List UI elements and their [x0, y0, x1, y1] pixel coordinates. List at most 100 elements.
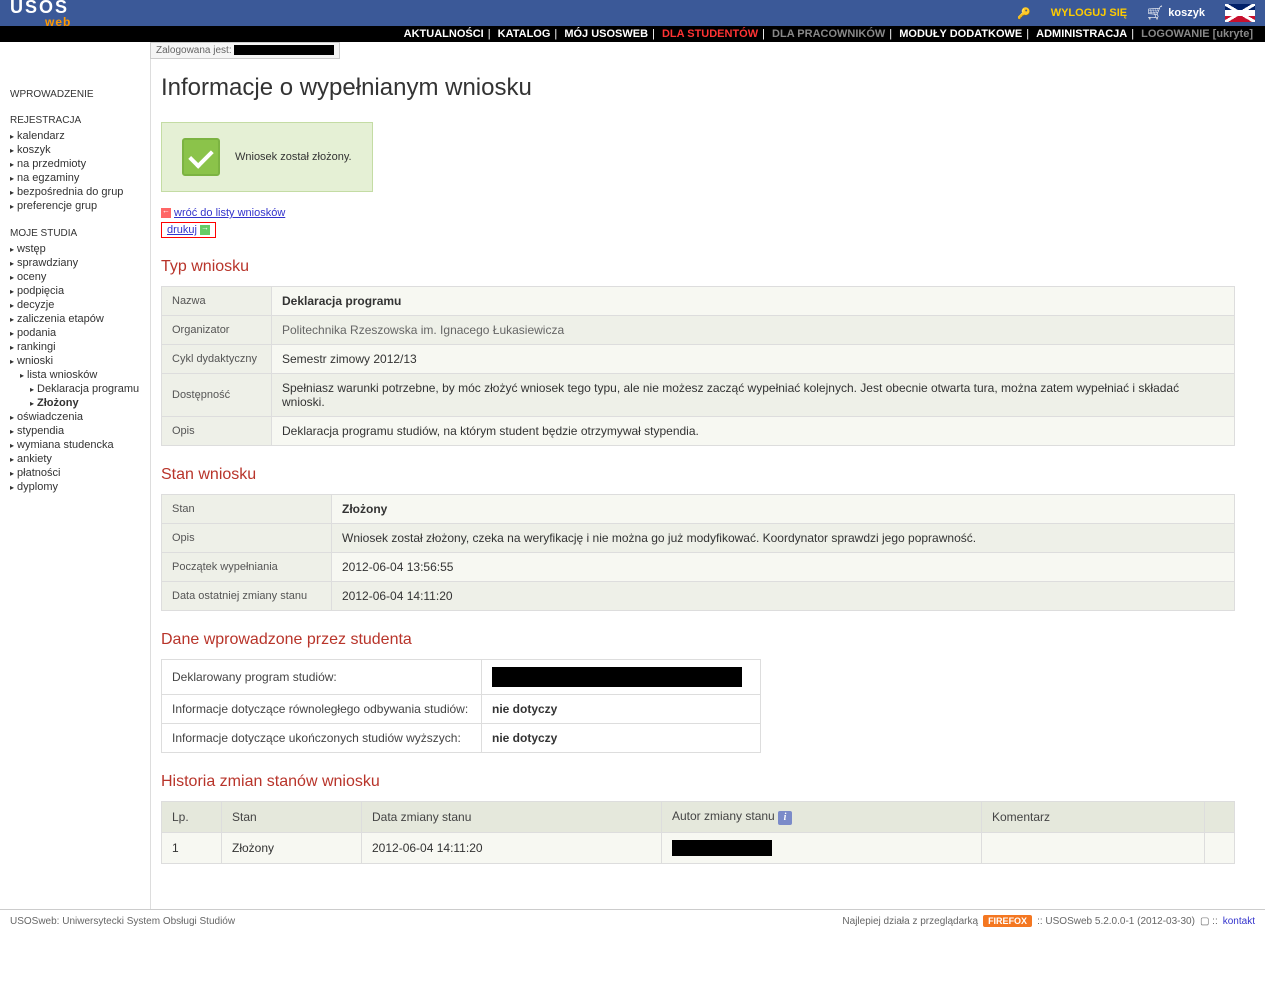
back-link-row: wróć do listy wniosków: [161, 207, 1235, 219]
success-box: Wniosek został złożony.: [161, 122, 373, 192]
sidebar-deklaracja[interactable]: Deklaracja programu: [37, 383, 139, 395]
cart-link[interactable]: koszyk: [1147, 5, 1205, 21]
state-zmiana-val: 2012-06-04 14:11:20: [332, 582, 1235, 611]
section-historia: Historia zmian stanów wniosku: [161, 773, 1235, 791]
sidebar-lista-wnioskow[interactable]: lista wniosków: [27, 369, 97, 381]
history-stan: Złożony: [222, 833, 362, 864]
state-poczatek-val: 2012-06-04 13:56:55: [332, 553, 1235, 582]
type-cykl-val: Semestr zimowy 2012/13: [272, 345, 1235, 374]
footer-browser: Najlepiej działa z przeglądarką: [842, 916, 978, 927]
cart-icon: [1147, 5, 1163, 21]
state-stan-label: Stan: [162, 495, 332, 524]
history-table: Lp. Stan Data zmiany stanu Autor zmiany …: [161, 801, 1235, 864]
state-opis-label: Opis: [162, 524, 332, 553]
student-rownolegle-label: Informacje dotyczące równoległego odbywa…: [162, 695, 482, 724]
language-flag-uk[interactable]: [1225, 4, 1255, 22]
check-icon: [182, 138, 220, 176]
sidebar-wstep[interactable]: wstęp: [17, 243, 46, 255]
sidebar-preferencje[interactable]: preferencje grup: [17, 200, 97, 212]
logo-sub: web: [10, 16, 71, 28]
top-bar: USOS web WYLOGUJ SIĘ koszyk: [0, 0, 1265, 26]
nav-moduly[interactable]: MODUŁY DODATKOWE: [899, 28, 1022, 40]
cart-label: koszyk: [1168, 7, 1205, 19]
sidebar-stypendia[interactable]: stypendia: [17, 425, 64, 437]
sidebar-h-intro: WPROWADZENIE: [10, 89, 140, 100]
sidebar-ankiety[interactable]: ankiety: [17, 453, 52, 465]
state-opis-val: Wniosek został złożony, czeka na weryfik…: [332, 524, 1235, 553]
arrow-left-icon: [161, 208, 171, 218]
sidebar-bezposrednia[interactable]: bezpośrednia do grup: [17, 186, 123, 198]
type-cykl-label: Cykl dydaktyczny: [162, 345, 272, 374]
history-row: 1 Złożony 2012-06-04 14:11:20: [162, 833, 1235, 864]
login-info: Zalogowana jest:: [150, 42, 340, 59]
student-rownolegle-val: nie dotyczy: [482, 695, 761, 724]
type-organizator-label: Organizator: [162, 316, 272, 345]
state-zmiana-label: Data ostatniej zmiany stanu: [162, 582, 332, 611]
sidebar-rankingi[interactable]: rankingi: [17, 341, 56, 353]
history-h-lp: Lp.: [162, 802, 222, 833]
sidebar-podpiecia[interactable]: podpięcia: [17, 285, 64, 297]
sidebar-zlozony[interactable]: Złożony: [37, 397, 79, 409]
login-info-label: Zalogowana jest:: [156, 45, 232, 56]
footer-kontakt-link[interactable]: kontakt: [1223, 916, 1255, 927]
section-stan: Stan wniosku: [161, 466, 1235, 484]
sidebar-na-przedmioty[interactable]: na przedmioty: [17, 158, 86, 170]
sidebar-zaliczenia[interactable]: zaliczenia etapów: [17, 313, 104, 325]
history-h-komentarz: Komentarz: [982, 802, 1205, 833]
firefox-badge[interactable]: FIREFOX: [983, 915, 1032, 927]
nav-aktualnosci[interactable]: AKTUALNOŚCI: [404, 28, 484, 40]
type-table: NazwaDeklaracja programu OrganizatorPoli…: [161, 286, 1235, 446]
section-dane: Dane wprowadzone przez studenta: [161, 631, 1235, 649]
state-poczatek-label: Początek wypełniania: [162, 553, 332, 582]
footer-left: USOSweb: Uniwersytecki System Obsługi St…: [10, 916, 235, 927]
sidebar-wymiana[interactable]: wymiana studencka: [17, 439, 114, 451]
sidebar-dyplomy[interactable]: dyplomy: [17, 481, 58, 493]
type-opis-val: Deklaracja programu studiów, na którym s…: [272, 417, 1235, 446]
nav-katalog[interactable]: KATALOG: [498, 28, 551, 40]
sidebar-na-egzaminy[interactable]: na egzaminy: [17, 172, 79, 184]
logo[interactable]: USOS web: [10, 0, 71, 28]
type-organizator-val: Politechnika Rzeszowska im. Ignacego Łuk…: [272, 316, 1235, 345]
top-right: WYLOGUJ SIĘ koszyk: [1017, 4, 1255, 22]
print-link[interactable]: drukuj: [167, 224, 197, 236]
history-autor: [662, 833, 982, 864]
sidebar-podania[interactable]: podania: [17, 327, 56, 339]
nav-dla-studentow[interactable]: DLA STUDENTÓW: [662, 28, 758, 40]
history-empty: [1205, 833, 1235, 864]
back-to-list-link[interactable]: wróć do listy wniosków: [174, 207, 285, 219]
type-nazwa-val: Deklaracja programu: [272, 287, 1235, 316]
arrow-right-icon: [200, 225, 210, 235]
sidebar-kalendarz[interactable]: kalendarz: [17, 130, 65, 142]
student-program-label: Deklarowany program studiów:: [162, 660, 482, 695]
sidebar-decyzje[interactable]: decyzje: [17, 299, 54, 311]
sidebar-wnioski[interactable]: wnioski: [17, 355, 53, 367]
page-title: Informacje o wypełnianym wniosku: [161, 74, 1235, 102]
history-h-empty: [1205, 802, 1235, 833]
sidebar-oceny[interactable]: oceny: [17, 271, 46, 283]
key-icon: [1017, 7, 1031, 20]
nav-logowanie[interactable]: LOGOWANIE [ukryte]: [1141, 28, 1253, 40]
sidebar-platnosci[interactable]: płatności: [17, 467, 60, 479]
logout-link[interactable]: WYLOGUJ SIĘ: [1051, 7, 1127, 19]
sidebar-sprawdziany[interactable]: sprawdziany: [17, 257, 78, 269]
sidebar-h-studia: MOJE STUDIA: [10, 228, 140, 239]
sidebar-h-rejestracja: REJESTRACJA: [10, 115, 140, 126]
student-program-redacted: [492, 667, 742, 687]
state-stan-val: Złożony: [332, 495, 1235, 524]
history-h-autor: Autor zmiany stanu i: [662, 802, 982, 833]
success-text: Wniosek został złożony.: [235, 151, 352, 163]
footer-right: Najlepiej działa z przeglądarką FIREFOX …: [842, 915, 1255, 927]
info-icon[interactable]: i: [778, 811, 792, 825]
sidebar-koszyk[interactable]: koszyk: [17, 144, 51, 156]
nav-moj-usosweb[interactable]: MÓJ USOSWEB: [564, 28, 648, 40]
main-content: Informacje o wypełnianym wniosku Wniosek…: [150, 59, 1265, 909]
history-h-stan: Stan: [222, 802, 362, 833]
sidebar-oswiadczenia[interactable]: oświadczenia: [17, 411, 83, 423]
history-autor-redacted: [672, 840, 772, 856]
logo-main: USOS: [10, 0, 71, 16]
student-table: Deklarowany program studiów: Informacje …: [161, 659, 761, 753]
nav-administracja[interactable]: ADMINISTRACJA: [1036, 28, 1127, 40]
print-link-box: drukuj: [161, 222, 216, 238]
nav-dla-pracownikow[interactable]: DLA PRACOWNIKÓW: [772, 28, 885, 40]
footer: USOSweb: Uniwersytecki System Obsługi St…: [0, 909, 1265, 932]
